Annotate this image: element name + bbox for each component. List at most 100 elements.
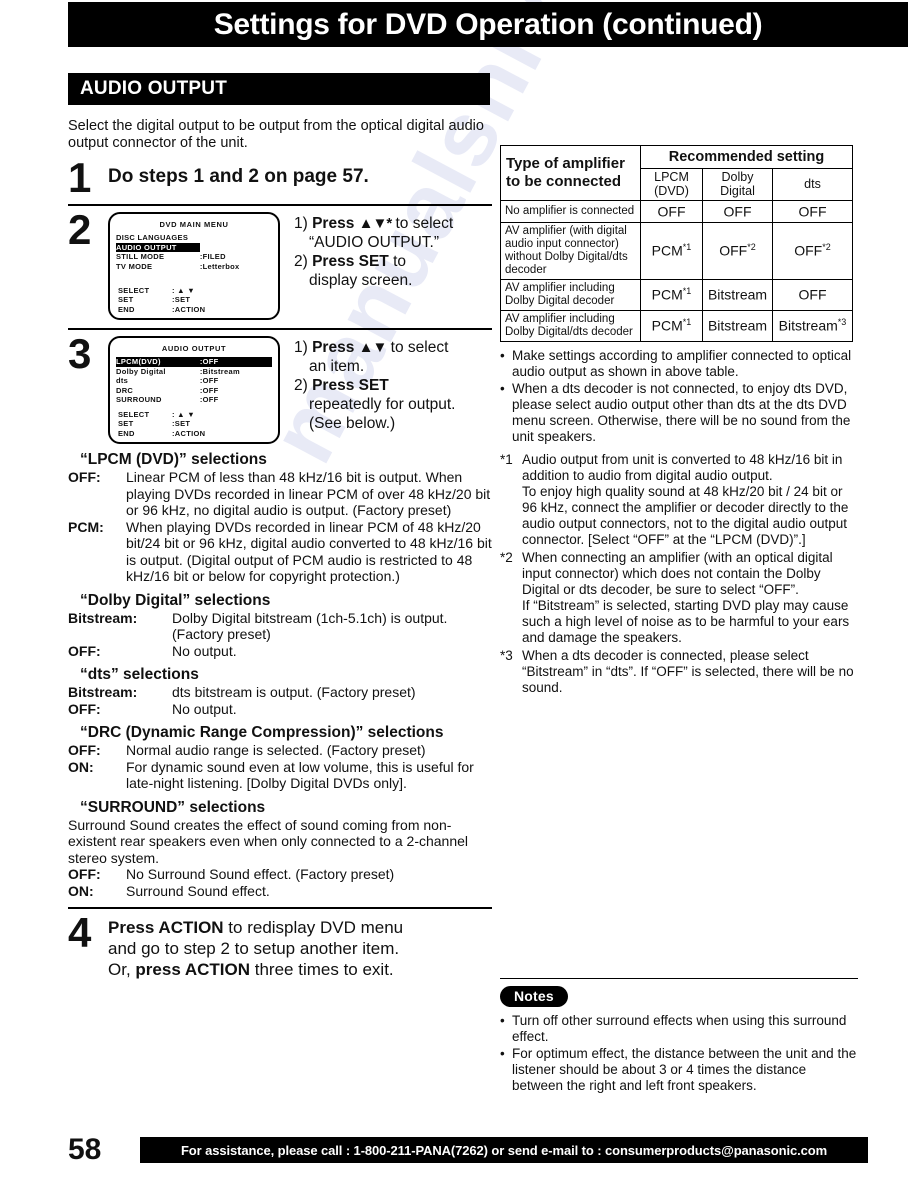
cell-footnote-mark: *2 xyxy=(822,242,831,253)
table-cell-value: Bitstream xyxy=(702,309,773,342)
osd-item: STILL MODE :FILED xyxy=(116,252,272,262)
page-title: Settings for DVD Operation (continued) xyxy=(213,7,763,41)
bullet-item: • When a dts decoder is not connected, t… xyxy=(500,381,858,445)
osd-item: dts :OFF xyxy=(116,376,272,386)
osd-item-label: DISC LANGUAGES xyxy=(116,233,189,242)
osd-legend-row: SET :SET xyxy=(118,295,246,305)
recommended-setting-table: Type of amplifier to be connected Recomm… xyxy=(500,145,853,342)
step-3-line-5: (See below.) xyxy=(309,415,396,432)
definition-term: PCM: xyxy=(68,518,104,535)
definition-term: OFF: xyxy=(68,469,101,485)
bullet-item: • For optimum effect, the distance betwe… xyxy=(500,1046,858,1094)
step-3-line-1-tail: to select xyxy=(386,339,449,356)
step-2-line-3: 2) Press SET to xyxy=(294,252,453,271)
definition-description: No output. xyxy=(172,700,237,717)
audio-output-screen: AUDIO OUTPUT LPCM(DVD) :OFF Dolby Digita… xyxy=(108,336,280,444)
step-3-instructions: 1) Press ▲▼ to select an item. 2) Press … xyxy=(294,336,456,433)
table-cell-value: OFF xyxy=(640,200,703,223)
step-3-marker-2: 2) xyxy=(294,377,313,394)
osd-legend-value: : ▲ ▼ xyxy=(172,285,196,295)
bullet-item: • Make settings according to amplifier c… xyxy=(500,348,858,380)
selection-heading: “dts” selections xyxy=(80,666,199,683)
step-2-line-4: display screen. xyxy=(309,272,413,289)
cell-footnote-mark: *1 xyxy=(682,242,692,253)
selection-heading: “DRC (Dynamic Range Compression)” select… xyxy=(80,724,444,741)
table-cell-label: AV amplifier including Dolby Digital/dts… xyxy=(500,309,641,342)
footnote-text: When a dts decoder is connected, please … xyxy=(522,647,854,695)
table-cell-label: No amplifier is connected xyxy=(500,200,641,223)
notes-badge-row: Notes xyxy=(500,986,858,1007)
step-3-number: 3 xyxy=(68,330,92,377)
definition-term: ON: xyxy=(68,758,94,775)
osd-item-list: DISC LANGUAGES AUDIO OUTPUT STILL MODE :… xyxy=(116,233,272,271)
footnote-body: When connecting an amplifier (with an op… xyxy=(522,550,858,646)
definition-row: ON: Surround Sound effect. xyxy=(68,883,492,900)
table-row: AV amplifier including Dolby Digital dec… xyxy=(500,278,853,311)
footnote-subtext: If “Bitstream” is selected, starting DVD… xyxy=(522,597,850,645)
step-4-line-3: Or, press ACTION three times to exit. xyxy=(108,959,492,980)
osd-item-label: Dolby Digital xyxy=(116,366,166,376)
definition-term: OFF: xyxy=(68,866,101,882)
definition-description: When playing DVDs recorded in linear PCM… xyxy=(126,518,492,585)
definition-row: OFF: No output. xyxy=(68,701,492,718)
osd-legend-row: SELECT : ▲ ▼ xyxy=(118,286,246,296)
osd-item-value: :Bitstream xyxy=(199,366,240,376)
osd-item-label: SURROUND xyxy=(116,395,162,404)
table-cell-value: OFF xyxy=(702,200,773,223)
table-cell-label: AV amplifier including Dolby Digital dec… xyxy=(500,278,641,311)
osd-legend-row: END :ACTION xyxy=(118,305,246,315)
step-3-press-set-label: Press SET xyxy=(312,377,389,394)
osd-item-label: STILL MODE xyxy=(116,252,165,261)
selection-block-lpcm: “LPCM (DVD)” selections OFF: Linear PCM … xyxy=(68,451,492,585)
step-2-instructions: 1) Press ▲▼* to select “AUDIO OUTPUT.” 2… xyxy=(294,212,453,290)
step-4-line-1: Press ACTION to redisplay DVD menu xyxy=(108,917,492,938)
osd-legend-value: :ACTION xyxy=(172,428,206,438)
step-2-marker-2: 2) xyxy=(294,253,313,270)
osd-item-label: LPCM(DVD) xyxy=(116,357,200,367)
notes-divider xyxy=(500,978,858,979)
osd-legend-label: SET xyxy=(118,419,134,428)
osd-legend-label: SELECT xyxy=(118,285,150,295)
surround-paragraph: Surround Sound creates the effect of sou… xyxy=(68,816,469,866)
step-2-line-2: “AUDIO OUTPUT.” xyxy=(309,234,440,251)
step-3-marker-1: 1) xyxy=(294,339,313,356)
osd-item: Dolby Digital :Bitstream xyxy=(116,367,272,377)
definition-term: Bitstream: xyxy=(68,684,138,700)
footnote-mark: *3 xyxy=(500,647,513,663)
osd-legend-label: SET xyxy=(118,295,134,304)
cell-text: Bitstream xyxy=(707,317,768,334)
selection-block-surround: “SURROUND” selections Surround Sound cre… xyxy=(68,799,492,900)
table-cell-value: PCM*1 xyxy=(640,221,703,280)
step-2-line-1: 1) Press ▲▼* to select xyxy=(294,214,453,233)
definition-description: Linear PCM of less than 48 kHz/16 bit is… xyxy=(126,469,491,518)
step-2: 2 DVD MAIN MENU DISC LANGUAGES AUDIO OUT… xyxy=(68,206,492,320)
osd-item-value: :OFF xyxy=(199,385,219,395)
selection-definitions: Bitstream: Dolby Digital bitstream (1ch-… xyxy=(68,610,492,660)
step-2-number: 2 xyxy=(68,206,92,253)
selection-heading: “Dolby Digital” selections xyxy=(80,591,271,609)
step-2-press-set-label: Press SET xyxy=(312,253,389,270)
definition-term: OFF: xyxy=(68,742,101,758)
step-2-line-1-tail: to select xyxy=(391,215,454,232)
osd-item: SURROUND :OFF xyxy=(116,395,272,405)
osd-title: DVD MAIN MENU xyxy=(159,220,229,229)
osd-item-label: TV MODE xyxy=(116,261,153,271)
step-4-line-3-tail: three times to exit. xyxy=(250,960,394,979)
updown-arrow-icon: ▲▼* xyxy=(358,215,393,232)
step-1: 1 Do steps 1 and 2 on page 57. xyxy=(68,154,492,201)
assistance-bar: For assistance, please call : 1-800-211-… xyxy=(140,1137,868,1163)
table-header-lpcm: LPCM (DVD) xyxy=(640,168,703,201)
document-page: manualshive.com Settings for DVD Operati… xyxy=(0,0,918,1188)
osd-legend-label: SELECT xyxy=(118,409,150,419)
osd-legend-row: SET :SET xyxy=(118,419,246,429)
footnote-text: When connecting an amplifier (with an op… xyxy=(522,549,833,597)
step-1-number: 1 xyxy=(68,154,92,201)
osd-legend-row: SELECT : ▲ ▼ xyxy=(118,410,246,420)
osd-item-value: :OFF xyxy=(199,395,219,404)
definition-description: No Surround Sound effect. (Factory prese… xyxy=(126,866,395,882)
definition-row: OFF: No Surround Sound effect. (Factory … xyxy=(68,866,492,883)
table-cell-value: OFF*2 xyxy=(772,221,853,280)
cell-footnote-mark: *2 xyxy=(747,242,756,253)
notes-block: Notes • Turn off other surround effects … xyxy=(500,978,858,1095)
page-footer: 58 For assistance, please call : 1-800-2… xyxy=(68,1133,868,1166)
